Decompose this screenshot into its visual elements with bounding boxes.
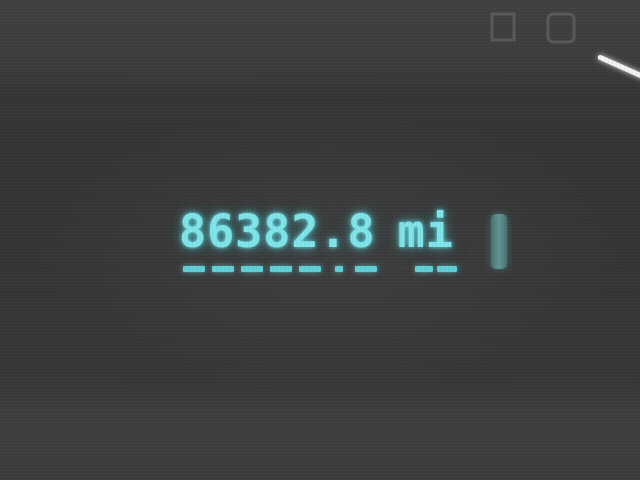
dashboard-lower-panel xyxy=(0,382,640,480)
digit-underline xyxy=(355,266,377,272)
odometer-display: 86382.8 mi xyxy=(165,196,525,288)
digit-underline xyxy=(270,266,292,272)
digit-underline xyxy=(212,266,234,272)
digit-underline xyxy=(241,266,263,272)
unit-underline xyxy=(415,266,433,272)
level-indicator-icon xyxy=(491,214,507,269)
decimal-underline xyxy=(335,266,343,272)
faint-gauge-markings-icon xyxy=(490,12,576,44)
odometer-unit: mi xyxy=(397,205,454,258)
dashboard-scene: 86382.8 mi xyxy=(0,0,640,480)
digit-underline xyxy=(299,266,321,272)
odometer-readout: 86382.8 mi xyxy=(179,206,454,258)
unit-underline xyxy=(437,266,457,272)
digit-underline xyxy=(183,266,205,272)
odometer-value: 86382.8 xyxy=(179,205,376,258)
